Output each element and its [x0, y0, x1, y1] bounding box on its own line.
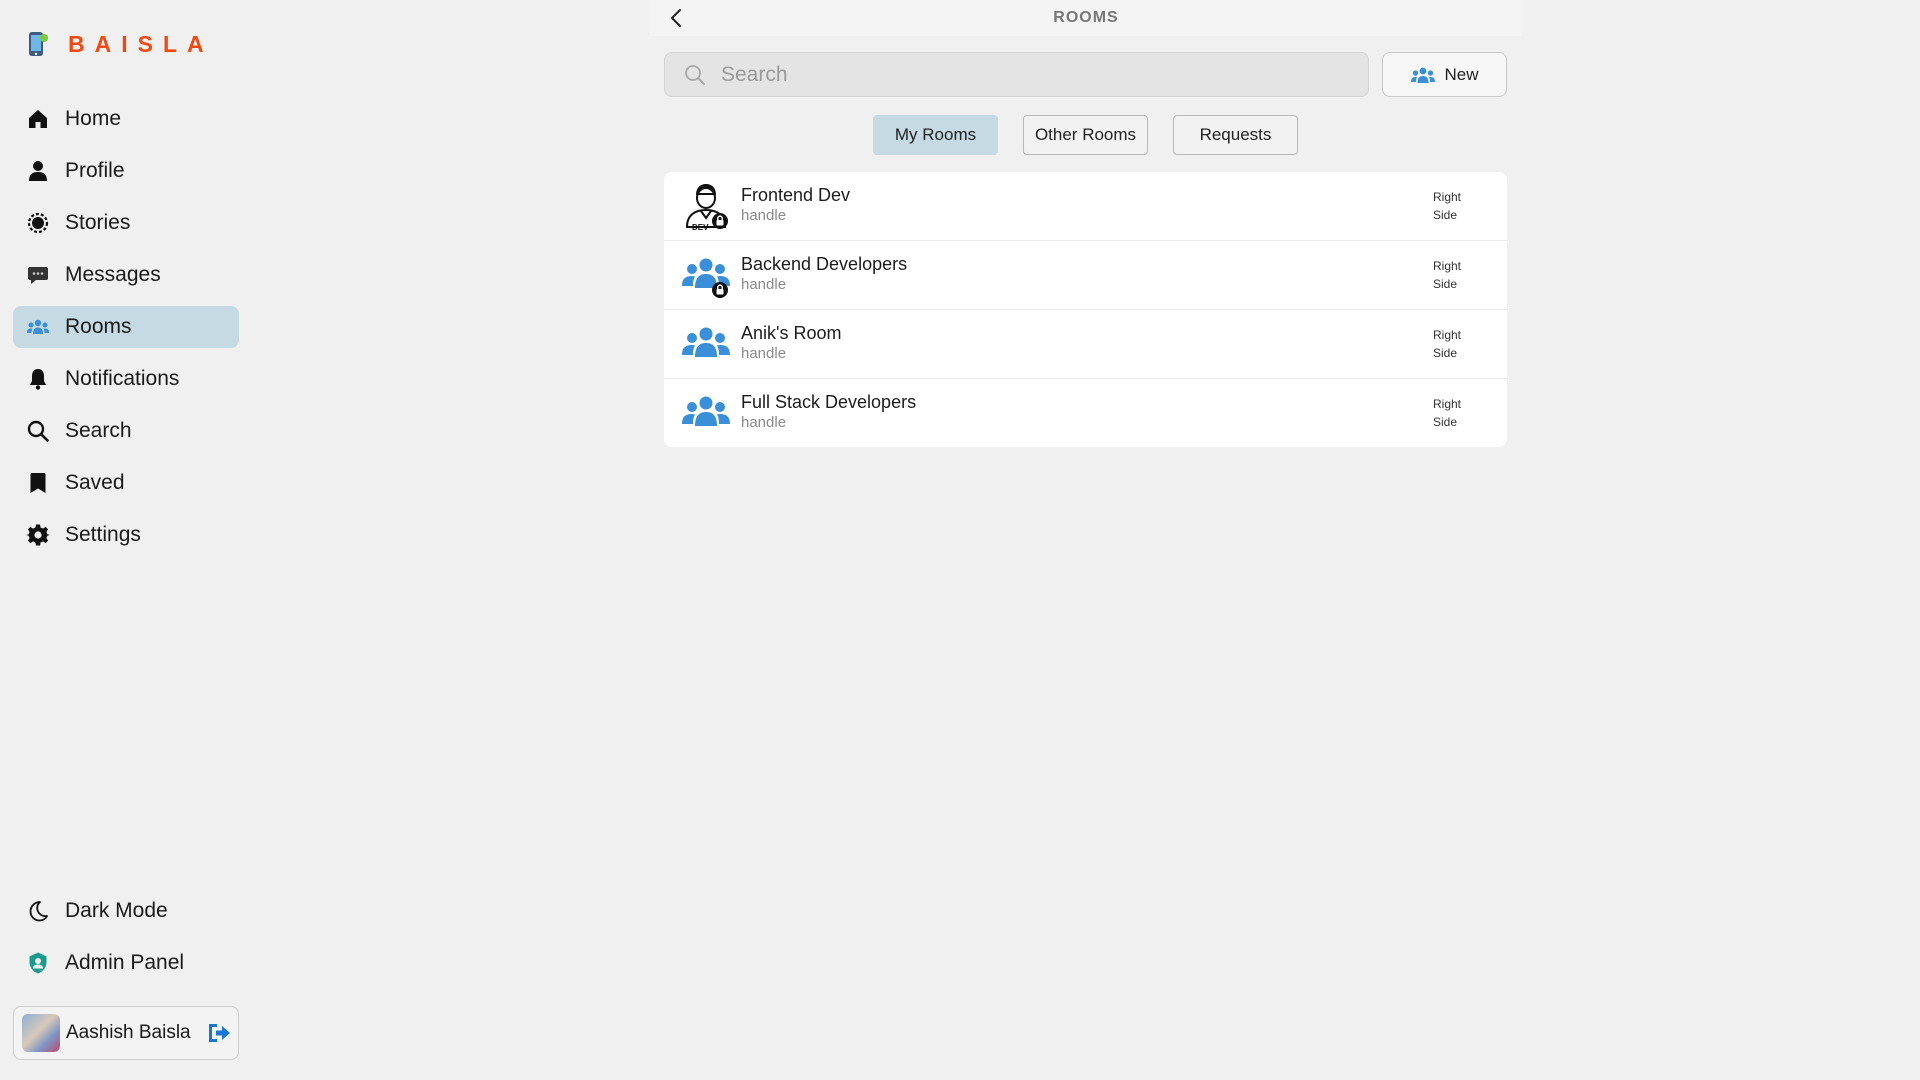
user-icon: [25, 158, 51, 184]
logout-icon: [208, 1024, 230, 1042]
sidebar-item-label: Stories: [65, 211, 131, 234]
stories-icon: [25, 210, 51, 236]
new-room-button[interactable]: New: [1382, 52, 1507, 97]
room-name: Backend Developers: [741, 254, 908, 274]
search-icon: [25, 418, 51, 444]
brand-logo-icon: [29, 32, 48, 56]
list-item[interactable]: Backend Developers handle Right Side: [664, 241, 1507, 310]
group-icon: [682, 327, 730, 357]
room-handle: handle: [741, 207, 787, 224]
messages-icon: [25, 262, 51, 288]
room-right-side: Right Side: [1433, 188, 1483, 224]
room-right-line2: Side: [1433, 208, 1458, 222]
svg-text:DEV: DEV: [692, 223, 709, 231]
sidebar-item-profile[interactable]: Profile: [13, 150, 239, 192]
tab-requests[interactable]: Requests: [1173, 115, 1298, 155]
moon-icon: [25, 898, 51, 924]
room-right-line2: Side: [1433, 415, 1458, 429]
sidebar-item-notifications[interactable]: Notifications: [13, 358, 239, 400]
search-icon: [685, 64, 705, 85]
bookmark-icon: [25, 470, 51, 496]
sidebar-nav: Home Profile Stories Messages Rooms Noti…: [13, 98, 239, 566]
user-card[interactable]: Aashish Baisla: [13, 1006, 239, 1060]
sidebar-item-stories[interactable]: Stories: [13, 202, 239, 244]
room-list: DEV Frontend Dev handle Right Side Backe…: [664, 172, 1507, 447]
room-right-side: Right Side: [1433, 257, 1483, 293]
page-header: ROOMS: [650, 0, 1522, 36]
user-name: Aashish Baisla: [66, 1022, 191, 1043]
room-text: Frontend Dev handle: [741, 184, 850, 226]
bell-icon: [25, 366, 51, 392]
sidebar-item-home[interactable]: Home: [13, 98, 239, 140]
room-name: Anik's Room: [741, 323, 842, 343]
sidebar-item-settings[interactable]: Settings: [13, 514, 239, 556]
sidebar-item-rooms[interactable]: Rooms: [13, 306, 239, 348]
sidebar-item-label: Profile: [65, 159, 125, 182]
sidebar-item-label: Messages: [65, 263, 161, 286]
room-right-side: Right Side: [1433, 326, 1483, 362]
group-icon: [682, 258, 730, 298]
room-right-line1: Right: [1433, 190, 1462, 204]
tab-other-rooms[interactable]: Other Rooms: [1023, 115, 1148, 155]
list-item[interactable]: DEV Frontend Dev handle Right Side: [664, 172, 1507, 241]
sidebar-item-label: Rooms: [65, 315, 132, 338]
dev-person-icon: DEV: [685, 184, 728, 231]
sidebar: BAISLA Home Profile Stories Messages Roo…: [0, 0, 252, 1080]
list-item[interactable]: Anik's Room handle Right Side: [664, 310, 1507, 379]
tab-my-rooms[interactable]: My Rooms: [873, 115, 998, 155]
room-handle: handle: [741, 276, 787, 293]
room-right-line2: Side: [1433, 346, 1458, 360]
gear-icon: [25, 522, 51, 548]
group-icon: [682, 396, 730, 426]
new-button-label: New: [1444, 64, 1479, 84]
room-text: Anik's Room handle: [741, 322, 841, 364]
room-handle: handle: [741, 414, 787, 431]
brand[interactable]: BAISLA: [26, 30, 214, 58]
room-right-line1: Right: [1433, 259, 1462, 273]
page-title: ROOMS: [1053, 9, 1119, 26]
brand-name: BAISLA: [68, 30, 214, 57]
sidebar-item-label: Home: [65, 107, 122, 130]
dark-mode-toggle[interactable]: Dark Mode: [13, 890, 239, 932]
list-item[interactable]: Full Stack Developers handle Right Side: [664, 379, 1507, 447]
room-right-line1: Right: [1433, 328, 1462, 342]
search-box[interactable]: [664, 52, 1369, 97]
sidebar-item-admin-panel[interactable]: Admin Panel: [13, 942, 239, 984]
admin-icon: [25, 950, 51, 976]
sidebar-item-label: Notifications: [65, 367, 180, 390]
sidebar-bottom: Dark Mode Admin Panel: [13, 890, 239, 994]
room-name: Full Stack Developers: [741, 392, 917, 412]
room-text: Full Stack Developers handle: [741, 391, 916, 433]
room-name: Frontend Dev: [741, 185, 851, 205]
sidebar-item-messages[interactable]: Messages: [13, 254, 239, 296]
sidebar-item-label: Dark Mode: [65, 899, 168, 922]
room-right-line1: Right: [1433, 397, 1462, 411]
rooms-icon: [25, 314, 51, 340]
app-root: BAISLA Home Profile Stories Messages Roo…: [0, 0, 1920, 1080]
logout-button[interactable]: [205, 1019, 233, 1047]
sidebar-item-search[interactable]: Search: [13, 410, 239, 452]
sidebar-item-label: Settings: [65, 523, 141, 546]
group-add-icon: [1411, 67, 1436, 83]
search-input[interactable]: [721, 54, 1368, 95]
sidebar-item-label: Search: [65, 419, 132, 442]
room-right-side: Right Side: [1433, 395, 1483, 431]
sidebar-item-label: Admin Panel: [65, 951, 185, 974]
avatar: [22, 1014, 60, 1052]
sidebar-item-saved[interactable]: Saved: [13, 462, 239, 504]
room-right-line2: Side: [1433, 277, 1458, 291]
home-icon: [25, 106, 51, 132]
room-text: Backend Developers handle: [741, 253, 907, 295]
sidebar-item-label: Saved: [65, 471, 125, 494]
room-handle: handle: [741, 345, 787, 362]
